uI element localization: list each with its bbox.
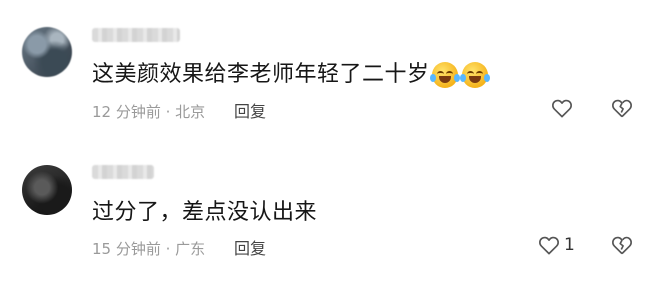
comment-text: 这美颜效果给李老师年轻了二十岁	[92, 62, 430, 87]
comment-text-row: 这美颜效果给李老师年轻了二十岁	[92, 56, 490, 88]
comment-location: 北京	[175, 103, 206, 121]
like-button[interactable]	[551, 98, 577, 118]
heart-icon	[539, 236, 559, 255]
comment-time: 12 分钟前	[92, 103, 161, 121]
avatar[interactable]	[22, 27, 72, 77]
comment-text-row: 过分了，差点没认出来	[92, 194, 317, 226]
comment-meta: 12 分钟前 · 北京 回复	[92, 98, 266, 122]
username-blurred[interactable]	[92, 165, 154, 179]
reply-button[interactable]: 回复	[234, 102, 266, 121]
comment-text: 过分了，差点没认出来	[92, 200, 318, 225]
broken-heart-icon	[612, 99, 632, 118]
dislike-button[interactable]	[611, 98, 633, 122]
like-count: 1	[564, 235, 575, 255]
laughing-tears-emoji-icon	[459, 62, 490, 88]
dislike-button[interactable]	[611, 235, 633, 259]
heart-icon	[552, 99, 572, 118]
comment-item: 过分了，差点没认出来 15 分钟前 · 广东 回复 1	[0, 153, 660, 283]
comment-item: 这美颜效果给李老师年轻了二十岁 12 分钟前 · 北京 回复	[0, 10, 660, 140]
username-blurred[interactable]	[92, 28, 180, 42]
broken-heart-icon	[612, 236, 632, 255]
reply-button[interactable]: 回复	[234, 239, 266, 258]
like-button[interactable]: 1	[538, 235, 575, 255]
avatar[interactable]	[22, 165, 72, 215]
comment-time: 15 分钟前	[92, 240, 161, 258]
meta-separator: ·	[160, 103, 176, 121]
meta-separator: ·	[160, 240, 176, 258]
comment-location: 广东	[175, 240, 206, 258]
laughing-tears-emoji-icon	[429, 62, 460, 88]
comment-meta: 15 分钟前 · 广东 回复	[92, 235, 266, 259]
